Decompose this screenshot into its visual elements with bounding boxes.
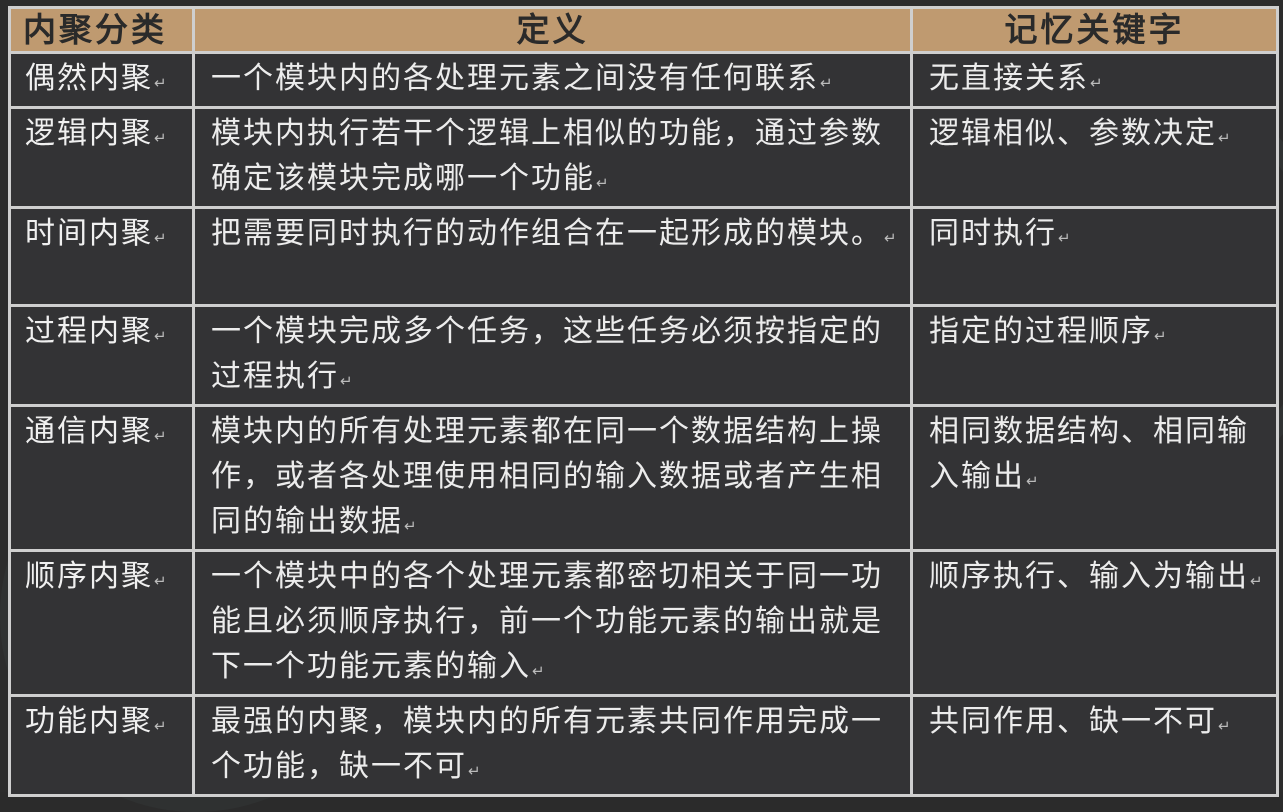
paragraph-mark: ↵ (532, 662, 545, 680)
keywords-cell: 无直接关系↵ (910, 51, 1279, 109)
keywords-cell: 相同数据结构、相同输入输出↵ (910, 404, 1279, 552)
paragraph-mark: ↵ (468, 762, 481, 780)
definition-text: 模块内执行若干个逻辑上相似的功能，通过参数确定该模块完成哪一个功能 (211, 116, 883, 196)
keywords-text: 顺序执行、输入为输出 (929, 559, 1249, 594)
category-text: 时间内聚 (25, 216, 153, 251)
paragraph-mark: ↵ (1058, 229, 1071, 247)
category-text: 通信内聚 (25, 414, 153, 449)
paragraph-mark: ↵ (1218, 717, 1231, 735)
paragraph-mark: ↵ (820, 74, 833, 92)
header-category: 内聚分类 (8, 6, 195, 54)
definition-text: 一个模块中的各个处理元素都密切相关于同一功能且必须顺序执行，前一个功能元素的输出… (211, 559, 883, 684)
keywords-text: 指定的过程顺序 (929, 314, 1153, 349)
definition-text: 最强的内聚，模块内的所有元素共同作用完成一个功能，缺一不可 (211, 704, 883, 784)
keywords-cell: 指定的过程顺序↵ (910, 304, 1279, 407)
paragraph-mark: ↵ (154, 74, 167, 92)
paragraph-mark: ↵ (404, 517, 417, 535)
definition-text: 一个模块完成多个任务，这些任务必须按指定的过程执行 (211, 314, 883, 394)
table-row: 逻辑内聚↵ 模块内执行若干个逻辑上相似的功能，通过参数确定该模块完成哪一个功能↵… (8, 106, 1279, 209)
keywords-cell: 顺序执行、输入为输出↵ (910, 549, 1279, 697)
keywords-cell: 共同作用、缺一不可↵ (910, 694, 1279, 797)
table-row: 通信内聚↵ 模块内的所有处理元素都在同一个数据结构上操作，或者各处理使用相同的输… (8, 404, 1279, 552)
category-cell: 过程内聚↵ (8, 304, 195, 407)
table-row: 过程内聚↵ 一个模块完成多个任务，这些任务必须按指定的过程执行↵ 指定的过程顺序… (8, 304, 1279, 407)
definition-cell: 模块内执行若干个逻辑上相似的功能，通过参数确定该模块完成哪一个功能↵ (192, 106, 913, 209)
definition-text: 模块内的所有处理元素都在同一个数据结构上操作，或者各处理使用相同的输入数据或者产… (211, 414, 883, 539)
table-row: 时间内聚↵ 把需要同时执行的动作组合在一起形成的模块。↵ 同时执行↵ (8, 206, 1279, 307)
keywords-text: 相同数据结构、相同输入输出 (929, 414, 1249, 494)
paragraph-mark: ↵ (1154, 327, 1167, 345)
definition-text: 把需要同时执行的动作组合在一起形成的模块。 (211, 216, 883, 251)
table-header-row: 内聚分类 定义 记忆关键字 (8, 6, 1279, 54)
keywords-text: 共同作用、缺一不可 (929, 704, 1217, 739)
category-cell: 时间内聚↵ (8, 206, 195, 307)
header-definition: 定义 (192, 6, 913, 54)
paragraph-mark: ↵ (1090, 74, 1103, 92)
table-row: 偶然内聚↵ 一个模块内的各处理元素之间没有任何联系↵ 无直接关系↵ (8, 51, 1279, 109)
definition-cell: 模块内的所有处理元素都在同一个数据结构上操作，或者各处理使用相同的输入数据或者产… (192, 404, 913, 552)
category-cell: 偶然内聚↵ (8, 51, 195, 109)
paragraph-mark: ↵ (884, 229, 897, 247)
category-cell: 顺序内聚↵ (8, 549, 195, 697)
paragraph-mark: ↵ (154, 327, 167, 345)
keywords-text: 无直接关系 (929, 61, 1089, 96)
category-cell: 通信内聚↵ (8, 404, 195, 552)
paragraph-mark: ↵ (154, 572, 167, 590)
category-text: 逻辑内聚 (25, 116, 153, 151)
keywords-text: 逻辑相似、参数决定 (929, 116, 1217, 151)
definition-cell: 一个模块内的各处理元素之间没有任何联系↵ (192, 51, 913, 109)
definition-cell: 最强的内聚，模块内的所有元素共同作用完成一个功能，缺一不可↵ (192, 694, 913, 797)
paragraph-mark: ↵ (1026, 472, 1039, 490)
category-text: 顺序内聚 (25, 559, 153, 594)
table-row: 功能内聚↵ 最强的内聚，模块内的所有元素共同作用完成一个功能，缺一不可↵ 共同作… (8, 694, 1279, 797)
paragraph-mark: ↵ (1250, 572, 1263, 590)
table-row: 顺序内聚↵ 一个模块中的各个处理元素都密切相关于同一功能且必须顺序执行，前一个功… (8, 549, 1279, 697)
cohesion-table: 内聚分类 定义 记忆关键字 偶然内聚↵ 一个模块内的各处理元素之间没有任何联系↵… (8, 6, 1279, 797)
definition-text: 一个模块内的各处理元素之间没有任何联系 (211, 61, 819, 96)
definition-cell: 把需要同时执行的动作组合在一起形成的模块。↵ (192, 206, 913, 307)
keywords-cell: 逻辑相似、参数决定↵ (910, 106, 1279, 209)
paragraph-mark: ↵ (154, 229, 167, 247)
keywords-text: 同时执行 (929, 216, 1057, 251)
paragraph-mark: ↵ (1218, 129, 1231, 147)
category-text: 功能内聚 (25, 704, 153, 739)
category-text: 偶然内聚 (25, 61, 153, 96)
document-page: 内聚分类 定义 记忆关键字 偶然内聚↵ 一个模块内的各处理元素之间没有任何联系↵… (0, 0, 1283, 812)
paragraph-mark: ↵ (340, 372, 353, 390)
paragraph-mark: ↵ (154, 427, 167, 445)
header-keywords: 记忆关键字 (910, 6, 1279, 54)
definition-cell: 一个模块中的各个处理元素都密切相关于同一功能且必须顺序执行，前一个功能元素的输出… (192, 549, 913, 697)
category-cell: 逻辑内聚↵ (8, 106, 195, 209)
keywords-cell: 同时执行↵ (910, 206, 1279, 307)
paragraph-mark: ↵ (596, 174, 609, 192)
paragraph-mark: ↵ (154, 717, 167, 735)
definition-cell: 一个模块完成多个任务，这些任务必须按指定的过程执行↵ (192, 304, 913, 407)
paragraph-mark: ↵ (154, 129, 167, 147)
category-cell: 功能内聚↵ (8, 694, 195, 797)
category-text: 过程内聚 (25, 314, 153, 349)
